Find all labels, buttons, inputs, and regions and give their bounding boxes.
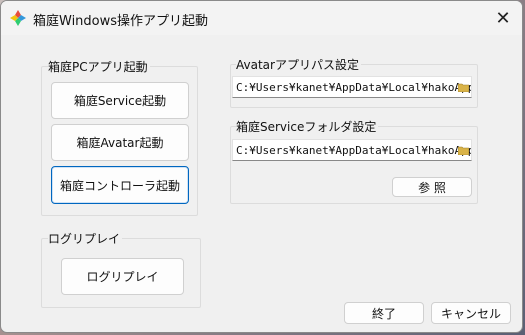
close-icon: ✕ — [495, 7, 511, 29]
close-button[interactable]: ✕ — [484, 1, 522, 35]
log-replay-button[interactable]: ログリプレイ — [61, 258, 184, 295]
folder-icon[interactable] — [458, 146, 469, 155]
service-folder-field[interactable]: C:¥Users¥kanet¥AppData¥Local¥hakoApps-v — [232, 139, 472, 161]
exit-button[interactable]: 終了 — [344, 302, 424, 324]
avatar-path-value: C:¥Users¥kanet¥AppData¥Local¥hakoApps-v — [236, 81, 472, 94]
browse-button[interactable]: 参 照 — [392, 177, 472, 197]
avatar-start-button[interactable]: 箱庭Avatar起動 — [51, 124, 189, 161]
service-folder-value: C:¥Users¥kanet¥AppData¥Local¥hakoApps-v — [236, 144, 472, 157]
dialog-window: 箱庭Windows操作アプリ起動 ✕ 箱庭PCアプリ起動 箱庭Service起動… — [0, 0, 523, 333]
service-start-button[interactable]: 箱庭Service起動 — [51, 82, 189, 119]
title-bar[interactable]: 箱庭Windows操作アプリ起動 ✕ — [1, 1, 522, 35]
app-icon — [10, 10, 26, 26]
folder-icon[interactable] — [458, 83, 469, 92]
log-replay-group-label: ログリプレイ — [48, 230, 123, 247]
cancel-button[interactable]: キャンセル — [431, 302, 511, 324]
window-title: 箱庭Windows操作アプリ起動 — [33, 14, 209, 29]
avatar-path-group-label: Avatarアプリパス設定 — [236, 56, 361, 73]
avatar-path-field[interactable]: C:¥Users¥kanet¥AppData¥Local¥hakoApps-v — [232, 76, 472, 98]
pc-app-group-label: 箱庭PCアプリ起動 — [48, 58, 150, 75]
controller-start-button[interactable]: 箱庭コントローラ起動 — [51, 166, 189, 204]
service-folder-group-label: 箱庭Serviceフォルダ設定 — [236, 118, 379, 135]
